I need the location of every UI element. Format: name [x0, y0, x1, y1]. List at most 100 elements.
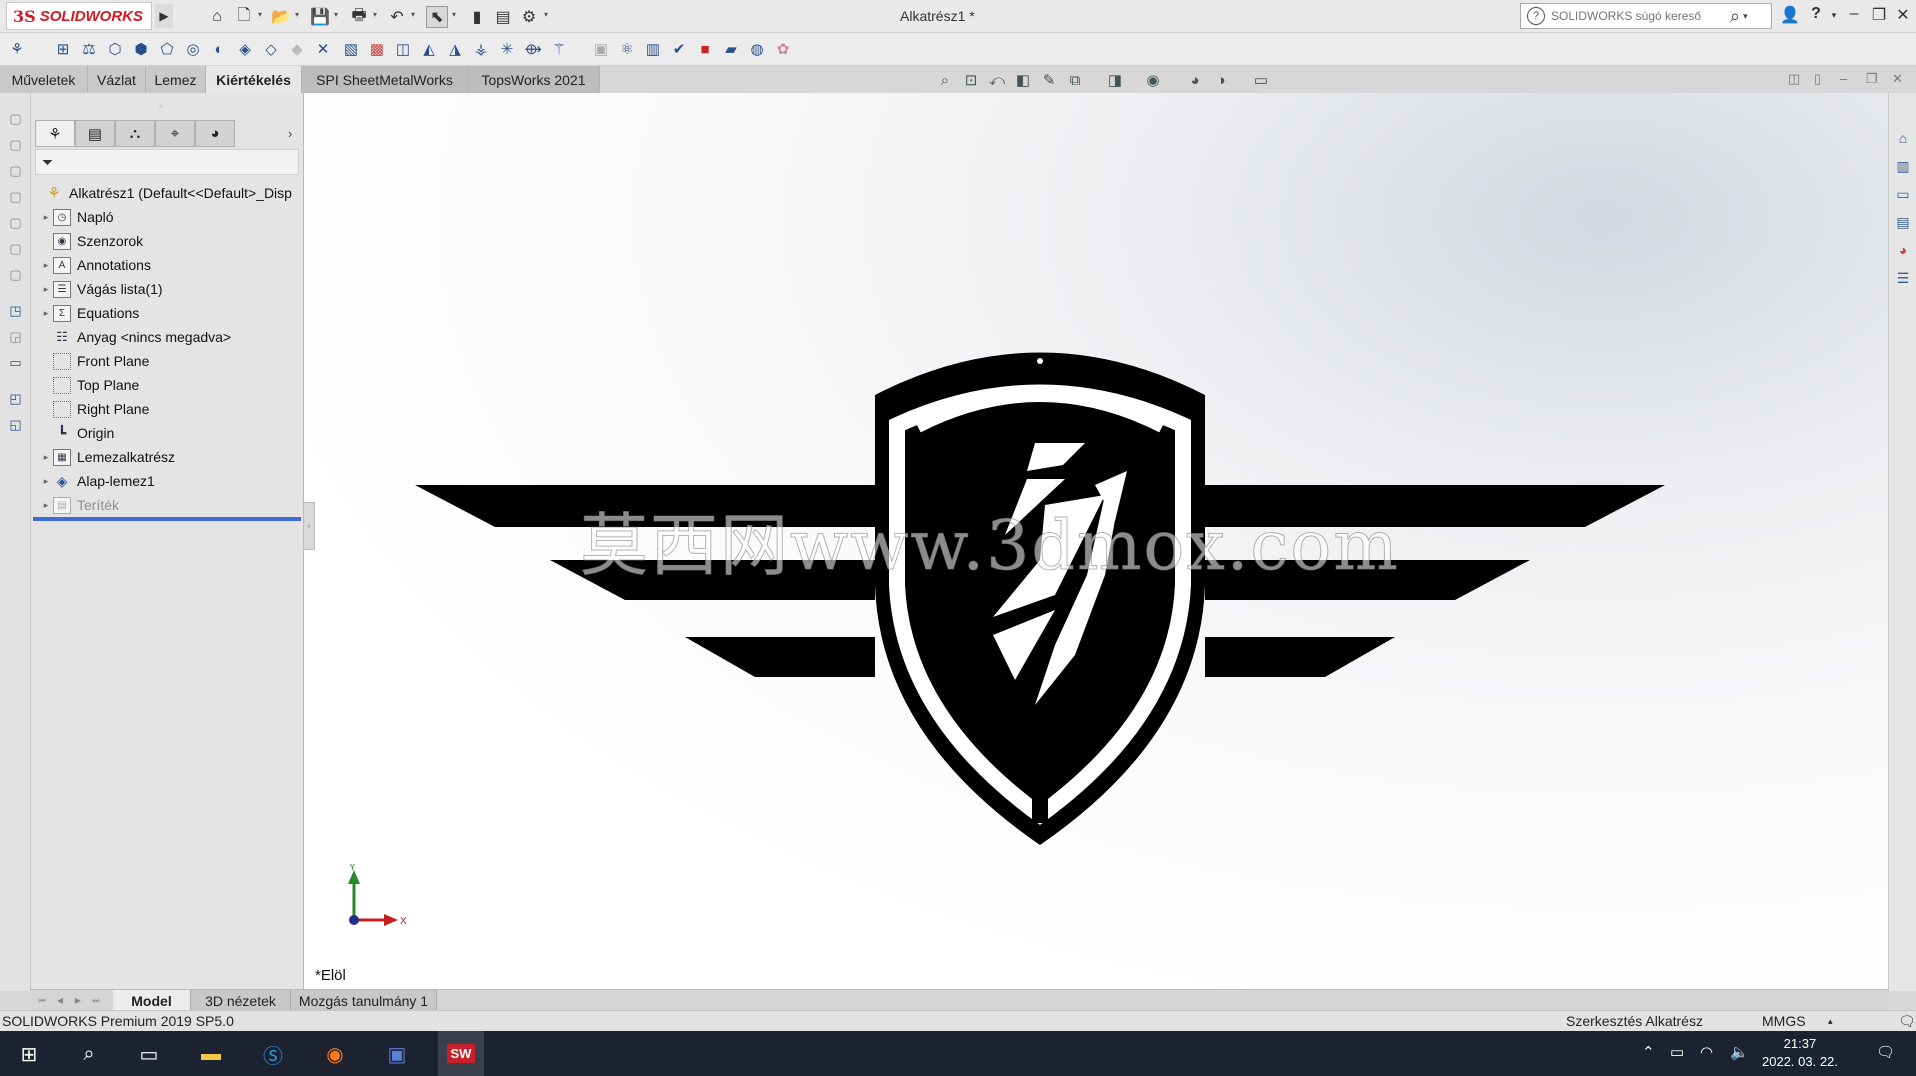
viewport-minimize-icon[interactable]: –: [1840, 71, 1847, 86]
tree-item-naplo[interactable]: ▸ ◷ Napló: [31, 205, 303, 229]
solidworks-resources-icon[interactable]: ⌂: [1893, 127, 1913, 149]
undo-icon[interactable]: ↶: [386, 6, 408, 28]
restore-icon[interactable]: ❐: [1867, 5, 1891, 25]
zoom-to-fit-icon[interactable]: ⌕: [934, 70, 956, 90]
new-document-icon[interactable]: 🗋: [233, 6, 255, 28]
save-floppy-app-icon[interactable]: ▣: [382, 1039, 412, 1069]
status-tooltip-icon[interactable]: 🗨: [1898, 1013, 1916, 1030]
custom-properties-icon[interactable]: ☰: [1893, 267, 1913, 289]
verify-icon[interactable]: ✔: [668, 38, 690, 60]
taskbar-search-icon[interactable]: ⌕: [74, 1039, 104, 1069]
viewport-close-icon[interactable]: ✕: [1892, 71, 1903, 87]
compare-documents-icon[interactable]: ◭: [418, 38, 440, 60]
mirror-tool-icon[interactable]: ◱: [6, 415, 25, 434]
driveworks-icon[interactable]: ⚚: [548, 38, 570, 60]
view-settings-icon[interactable]: ▭: [1250, 70, 1272, 90]
thickness-analysis-icon[interactable]: ◈: [234, 38, 256, 60]
mass-properties-icon[interactable]: ⚖: [78, 38, 100, 60]
tree-item-teritek[interactable]: ▸ ▤ Teríték: [31, 493, 303, 517]
addin-icon[interactable]: ✿: [772, 38, 794, 60]
open-folder-icon[interactable]: 📂: [270, 6, 292, 28]
cut-tool-icon[interactable]: ▢: [6, 239, 25, 258]
volume-icon[interactable]: 🔈: [1730, 1043, 1749, 1061]
tree-item-lemezalkatresz[interactable]: ▸ ▦ Lemezalkatrész: [31, 445, 303, 469]
print-dropdown-caret-icon[interactable]: ▾: [373, 10, 381, 20]
tree-item-origin[interactable]: ┗ Origin: [31, 421, 303, 445]
curvature-icon[interactable]: ◐: [208, 38, 230, 60]
loft-tool-icon[interactable]: ▢: [6, 213, 25, 232]
winged-shield-emblem-model[interactable]: [415, 345, 1665, 845]
expand-arrow-icon[interactable]: ▸: [39, 452, 53, 463]
measure-icon[interactable]: ⊞: [52, 38, 74, 60]
tab-topsworks[interactable]: TopsWorks 2021: [468, 66, 600, 93]
panel-grip-handle[interactable]: ◦: [159, 101, 162, 111]
open-dropdown-caret-icon[interactable]: ▾: [295, 10, 303, 20]
prev-tab-nav-icon[interactable]: ◀: [53, 994, 67, 1007]
symmetry-check-icon[interactable]: ◫: [392, 38, 414, 60]
pdf-export-icon[interactable]: ■: [694, 38, 716, 60]
unit-system[interactable]: MMGS: [1762, 1013, 1806, 1029]
mbd-icon[interactable]: ▥: [642, 38, 664, 60]
taskbar-clock[interactable]: 21:37 2022. 03. 22.: [1762, 1035, 1838, 1071]
tab-3d-views[interactable]: 3D nézetek: [191, 990, 291, 1011]
search-dropdown-caret-icon[interactable]: ▾: [1743, 11, 1748, 22]
sketch-tool-icon[interactable]: ▢: [6, 109, 25, 128]
battery-icon[interactable]: ▭: [1670, 1043, 1684, 1061]
solidworks-taskbar-button[interactable]: SW: [438, 1031, 484, 1076]
expand-arrow-icon[interactable]: ▸: [39, 212, 53, 223]
features-tree-icon[interactable]: ⚘: [6, 38, 28, 60]
sensor-icon[interactable]: ⬢: [130, 38, 152, 60]
task-view-icon[interactable]: ▭: [134, 1039, 164, 1069]
tree-item-anyag[interactable]: ☷ Anyag <nincs megadva>: [31, 325, 303, 349]
options-gear-icon[interactable]: ⚙: [518, 6, 540, 28]
save-dropdown-caret-icon[interactable]: ▾: [334, 10, 342, 20]
tab-display-manager-icon[interactable]: ◕: [195, 120, 235, 147]
sweep-tool-icon[interactable]: ▢: [6, 187, 25, 206]
expand-arrow-icon[interactable]: ▸: [39, 284, 53, 295]
expand-arrow-icon[interactable]: ▸: [39, 500, 53, 511]
color-analysis-icon[interactable]: ▩: [366, 38, 388, 60]
tree-item-vagas-lista[interactable]: ▸ ☰ Vágás lista(1): [31, 277, 303, 301]
filter-funnel-icon[interactable]: ⏷: [42, 154, 53, 171]
simulation-xpress-icon[interactable]: ✳: [496, 38, 518, 60]
tree-item-front-plane[interactable]: Front Plane: [31, 349, 303, 373]
menu-expand-arrow-icon[interactable]: ▶: [155, 4, 173, 28]
tree-item-alap-lemez1[interactable]: ▸ ◈ Alap-lemez1: [31, 469, 303, 493]
help-search-box[interactable]: ? ⌕ ▾: [1520, 3, 1772, 29]
tree-item-right-plane[interactable]: Right Plane: [31, 397, 303, 421]
tabs-scroll-right-icon[interactable]: ›: [288, 126, 292, 141]
user-account-icon[interactable]: 👤: [1778, 5, 1802, 25]
dynamic-annotation-icon[interactable]: ✎: [1038, 70, 1060, 90]
view-palette-icon[interactable]: ▤: [1893, 211, 1913, 233]
home-icon[interactable]: ⌂: [206, 6, 228, 28]
options-dropdown-caret-icon[interactable]: ▾: [544, 10, 552, 20]
file-explorer-icon[interactable]: ▭: [1893, 183, 1913, 205]
tab-configuration-manager-icon[interactable]: ⛬: [115, 120, 155, 147]
check-geometry-icon[interactable]: ⬠: [156, 38, 178, 60]
viewport-link-icon[interactable]: ▯: [1814, 71, 1821, 87]
linear-pattern-icon[interactable]: ◰: [6, 389, 25, 408]
view-orientation-icon[interactable]: ⧉: [1064, 70, 1086, 90]
tab-feature-tree-icon[interactable]: ⚘: [35, 120, 75, 147]
undo-dropdown-caret-icon[interactable]: ▾: [411, 10, 419, 20]
display-style-icon[interactable]: ◨: [1104, 70, 1126, 90]
tree-item-equations[interactable]: ▸ Σ Equations: [31, 301, 303, 325]
sheet-metal-tool-icon[interactable]: ▰: [720, 38, 742, 60]
deviation-analysis-icon[interactable]: ◎: [182, 38, 204, 60]
appearances-scenes-icon[interactable]: ◕: [1893, 239, 1913, 261]
extrude-tool-icon[interactable]: ▢: [6, 135, 25, 154]
tab-vazlat[interactable]: Vázlat: [88, 66, 146, 93]
zebra-stripes-icon[interactable]: ✕: [312, 38, 334, 60]
design-checker-icon[interactable]: ◮: [444, 38, 466, 60]
windows-start-icon[interactable]: ⊞: [14, 1039, 44, 1069]
print-icon[interactable]: 🖶: [348, 6, 370, 28]
file-properties-icon[interactable]: ▤: [492, 6, 514, 28]
select-pointer-icon[interactable]: ⬉: [426, 6, 448, 28]
firefox-icon[interactable]: ◉: [320, 1039, 350, 1069]
file-explorer-taskbar-icon[interactable]: ▬: [196, 1039, 226, 1069]
select-dropdown-caret-icon[interactable]: ▾: [452, 10, 460, 20]
expand-arrow-icon[interactable]: ▸: [39, 476, 53, 487]
design-library-icon[interactable]: ▥: [1893, 155, 1913, 177]
close-icon[interactable]: ✕: [1891, 5, 1915, 25]
curves-tool-icon[interactable]: ◲: [6, 327, 25, 346]
